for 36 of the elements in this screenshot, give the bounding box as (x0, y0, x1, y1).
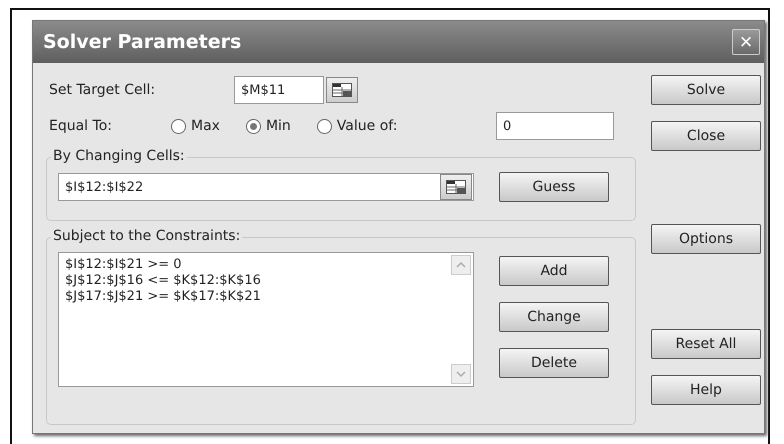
add-button[interactable]: Add (499, 256, 609, 286)
dialog-button[interactable]: Reset All (651, 329, 761, 359)
radio-label: Value of: (336, 118, 398, 134)
constraints-list[interactable]: $I$12:$I$21 >= 0 $J$12:$J$16 <= $K$12:$K$16 $J$17:$J$21 >= $K$17:$K$21 (58, 252, 474, 387)
table-icon (332, 83, 352, 97)
group-label: Subject to the Constraints: (51, 228, 242, 244)
dialog-button[interactable]: Help (651, 375, 761, 405)
radio-option[interactable]: Min (246, 118, 291, 134)
input-field[interactable]: $M$11 (234, 76, 324, 104)
window-title: Solver Parameters (43, 31, 242, 53)
close-button[interactable]: × (732, 29, 760, 55)
change-button[interactable]: Change (499, 302, 609, 332)
guess-button[interactable]: Guess (499, 172, 609, 202)
range-button[interactable] (440, 174, 472, 200)
radio-label: Max (191, 118, 220, 134)
group-label: By Changing Cells: (51, 148, 187, 164)
dialog-button[interactable]: Solve (651, 75, 761, 105)
list-item[interactable]: $J$12:$J$16 <= $K$12:$K$16 (65, 273, 443, 289)
radio-button[interactable] (246, 118, 261, 134)
dialog-button[interactable]: Close (651, 121, 761, 151)
radio-option[interactable]: Value of: (316, 118, 398, 134)
delete-button[interactable]: Delete (499, 348, 609, 378)
field-label: Equal To: (48, 118, 113, 134)
list-item[interactable]: $I$12:$I$21 >= 0 (65, 257, 443, 273)
list-item[interactable]: $J$17:$J$21 >= $K$17:$K$21 (65, 289, 443, 305)
field-label: Set Target Cell: (48, 82, 156, 98)
range-button[interactable] (326, 77, 358, 103)
field-value: $I$12:$I$22 (65, 180, 144, 194)
radio-button[interactable] (171, 118, 186, 134)
input-field[interactable]: 0 (496, 112, 614, 140)
radio-option[interactable]: Max (171, 118, 220, 134)
input-field[interactable]: $I$12:$I$22 (58, 173, 474, 201)
radio-button[interactable] (316, 118, 332, 134)
dialog-button[interactable]: Options (651, 224, 761, 254)
radio-label: Min (266, 118, 291, 134)
table-icon (446, 180, 466, 194)
